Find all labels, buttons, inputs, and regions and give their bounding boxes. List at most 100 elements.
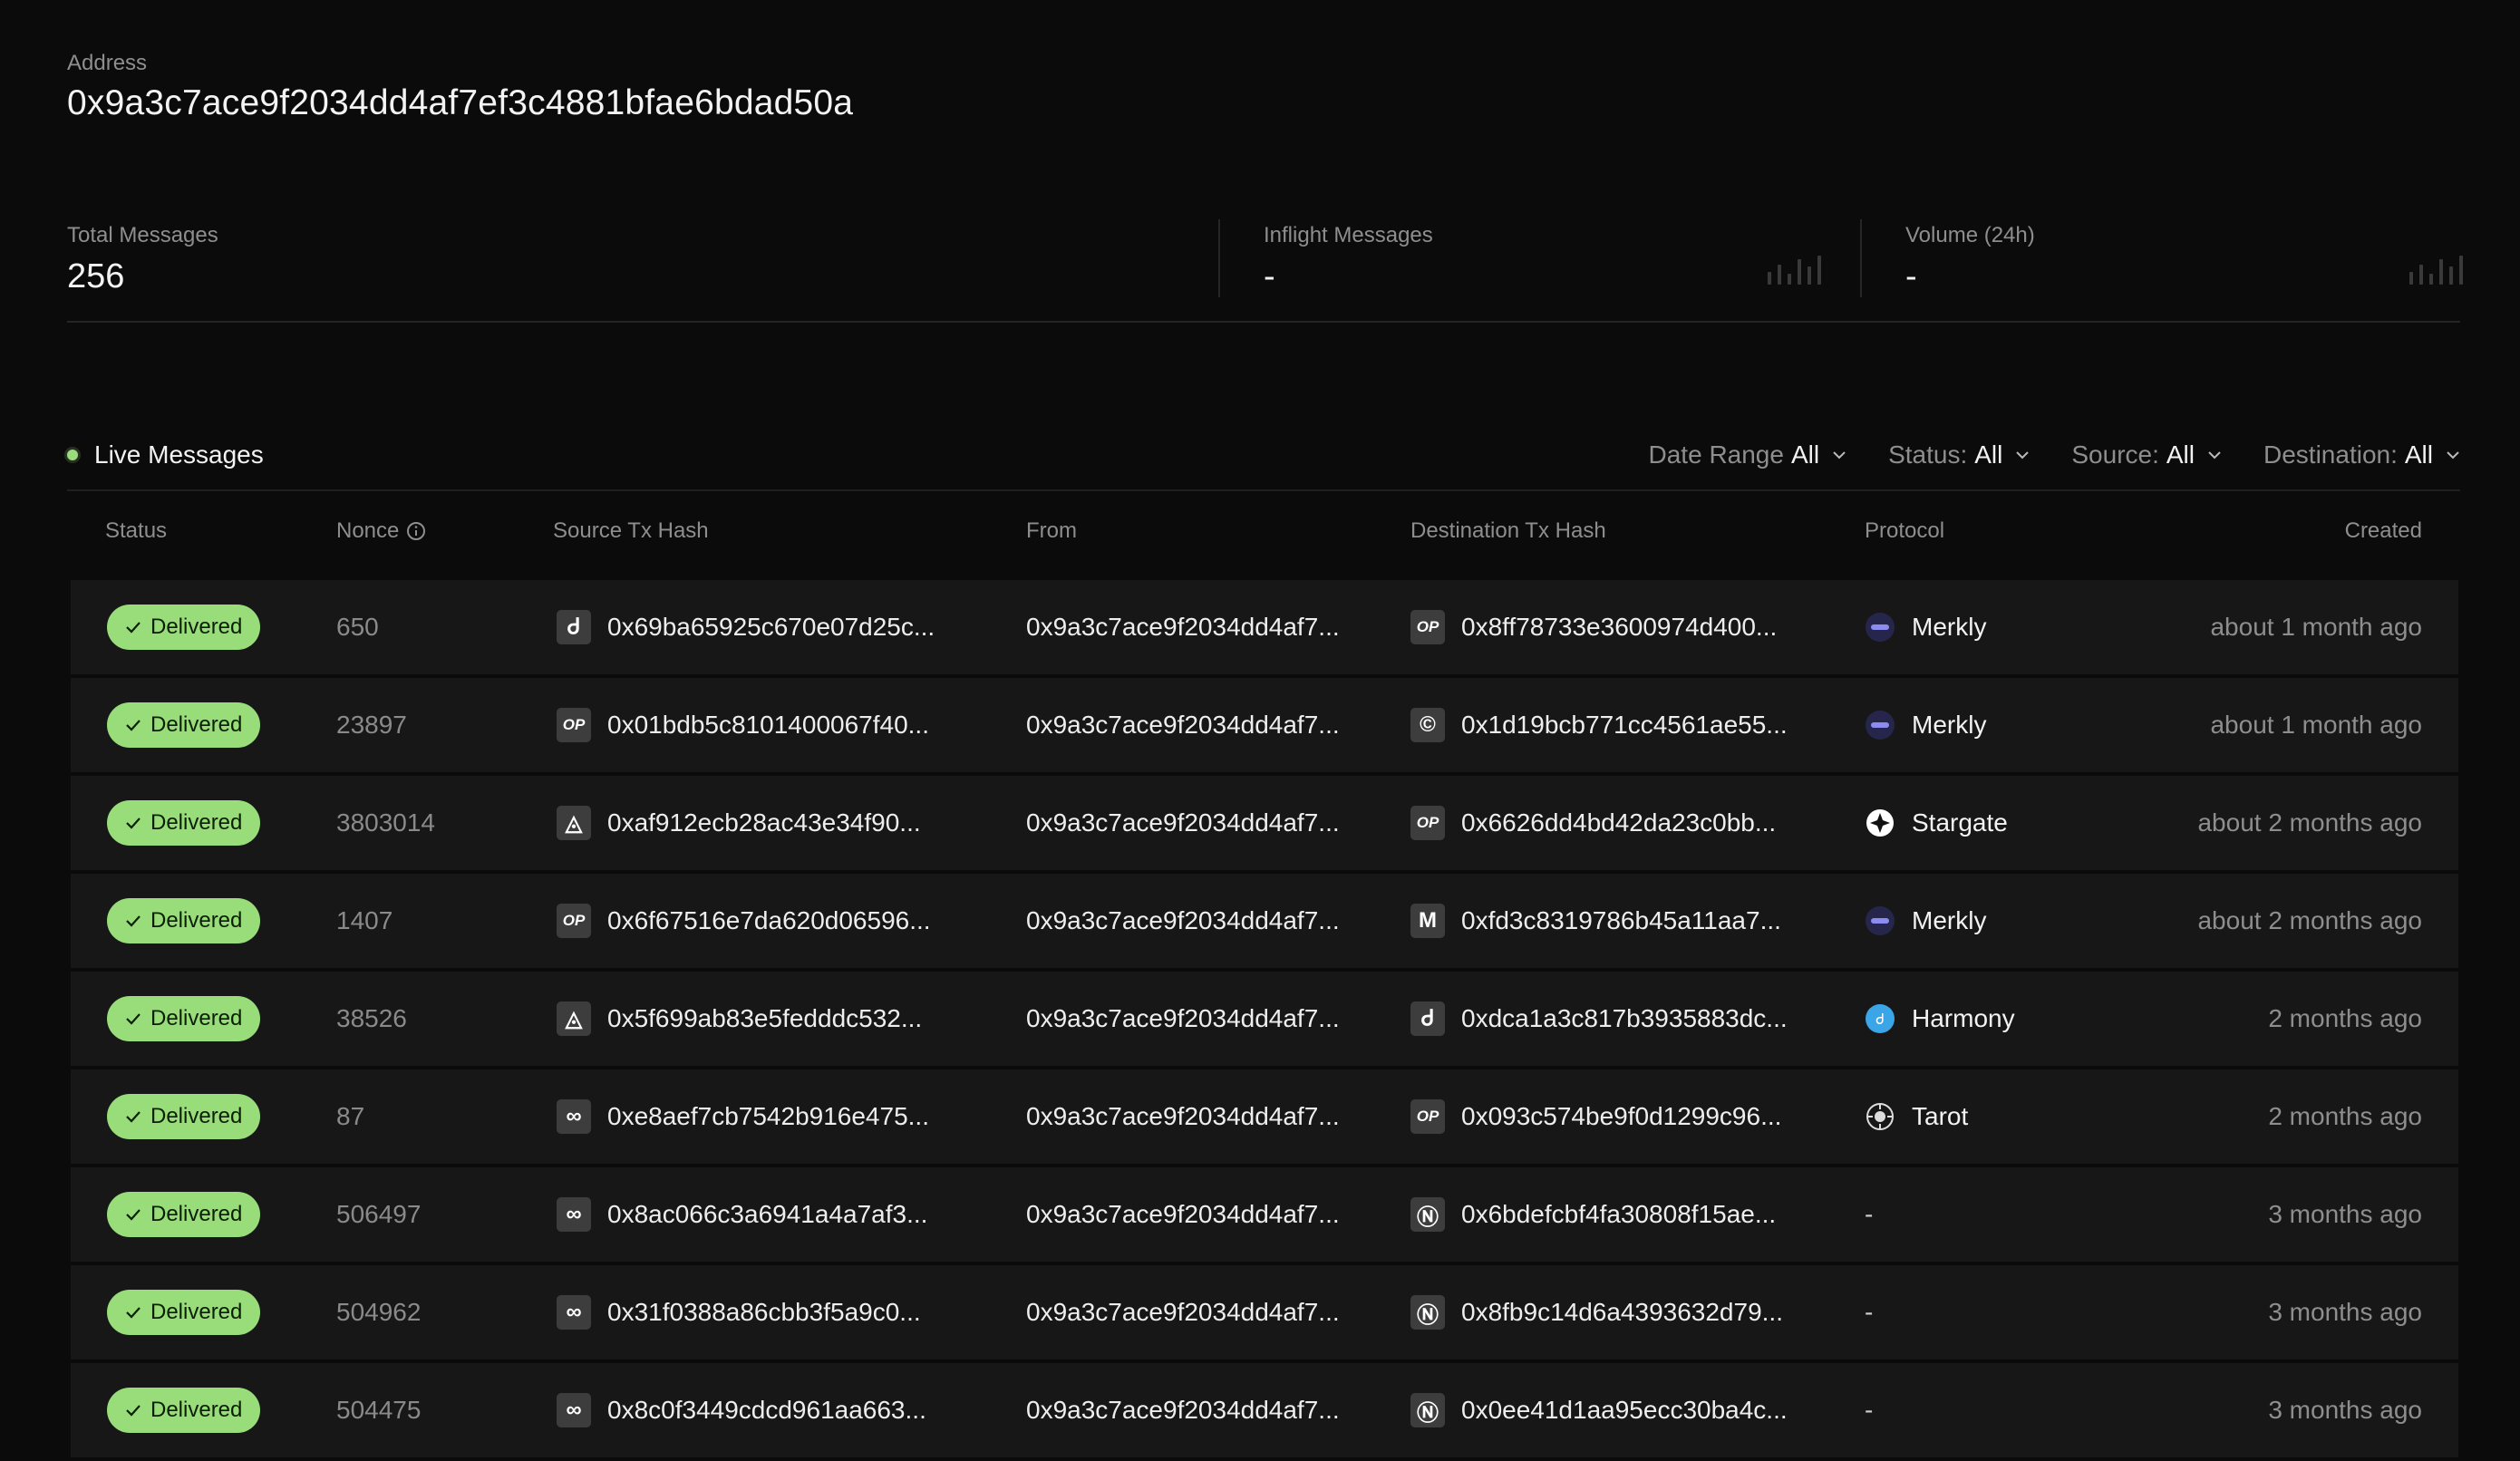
filter-label: Date Range [1648, 440, 1784, 469]
status-badge: Delivered [107, 898, 261, 943]
stat-value: 256 [67, 257, 125, 295]
from-cell[interactable]: 0x9a3c7ace9f2034dd4af7... [1026, 1069, 1340, 1164]
dest-tx-link[interactable]: 0x6bdefcbf4fa30808f15ae... [1461, 1200, 1776, 1229]
optimism-chain-icon: OP [1410, 806, 1445, 840]
from-address-link[interactable]: 0x9a3c7ace9f2034dd4af7... [1026, 1200, 1340, 1229]
from-cell[interactable]: 0x9a3c7ace9f2034dd4af7... [1026, 1363, 1340, 1457]
dest-tx-link[interactable]: 0xdca1a3c817b3935883dc... [1461, 1004, 1788, 1033]
nonce-cell: 506497 [336, 1200, 422, 1228]
source-tx-cell[interactable]: ∞ 0x31f0388a86cbb3f5a9c0... [557, 1265, 921, 1359]
dest-tx-cell[interactable]: Ⓝ 0x6bdefcbf4fa30808f15ae... [1410, 1167, 1776, 1262]
dest-tx-link[interactable]: 0x0ee41d1aa95ecc30ba4c... [1461, 1396, 1788, 1425]
source-tx-link[interactable]: 0x8c0f3449cdcd961aa663... [607, 1396, 926, 1425]
dest-tx-cell[interactable]: Ꮷ 0xdca1a3c817b3935883dc... [1410, 972, 1788, 1066]
dest-tx-link[interactable]: 0xfd3c8319786b45a11aa7... [1461, 906, 1781, 935]
dest-tx-link[interactable]: 0x8fb9c14d6a4393632d79... [1461, 1298, 1783, 1327]
dest-tx-link[interactable]: 0x8ff78733e3600974d400... [1461, 613, 1777, 642]
filter-status[interactable]: Status: All [1888, 440, 2030, 469]
source-tx-link[interactable]: 0xe8aef7cb7542b916e475... [607, 1102, 929, 1131]
live-messages: Live Messages [67, 440, 264, 469]
source-tx-cell[interactable]: ∞ 0x8c0f3449cdcd961aa663... [557, 1363, 926, 1457]
protocol-name: - [1865, 1396, 1874, 1424]
from-cell[interactable]: 0x9a3c7ace9f2034dd4af7... [1026, 776, 1340, 870]
dest-tx-cell[interactable]: OP 0x8ff78733e3600974d400... [1410, 580, 1777, 674]
source-tx-link[interactable]: 0x31f0388a86cbb3f5a9c0... [607, 1298, 921, 1327]
filter-source[interactable]: Source: All [2071, 440, 2222, 469]
status-label: Delivered [150, 810, 243, 835]
chevron-down-icon [2447, 451, 2459, 460]
merkly-icon [1865, 905, 1895, 936]
sparkline-icon [2409, 254, 2463, 285]
filter-date-range[interactable]: Date Range All [1649, 440, 1847, 469]
source-tx-link[interactable]: 0x5f699ab83e5fedddc532... [607, 1004, 922, 1033]
dest-tx-cell[interactable]: M 0xfd3c8319786b45a11aa7... [1410, 874, 1781, 968]
status-cell: Delivered [107, 1363, 261, 1457]
dest-tx-cell[interactable]: Ⓝ 0x8fb9c14d6a4393632d79... [1410, 1265, 1783, 1359]
column-header-source-tx: Source Tx Hash [553, 518, 709, 543]
source-tx-link[interactable]: 0x8ac066c3a6941a4a7af3... [607, 1200, 927, 1229]
from-address-link[interactable]: 0x9a3c7ace9f2034dd4af7... [1026, 906, 1340, 935]
table-row[interactable]: Delivered 506497 ∞ 0x8ac066c3a6941a4a7af3..… [71, 1167, 2458, 1262]
from-address-link[interactable]: 0x9a3c7ace9f2034dd4af7... [1026, 1004, 1340, 1033]
source-tx-cell[interactable]: OP 0x6f67516e7da620d06596... [557, 874, 931, 968]
from-address-link[interactable]: 0x9a3c7ace9f2034dd4af7... [1026, 1102, 1340, 1131]
dest-tx-cell[interactable]: OP 0x6626dd4bd42da23c0bb... [1410, 776, 1776, 870]
info-icon[interactable] [406, 521, 426, 541]
dest-tx-cell[interactable]: OP 0x093c574be9f0d1299c96... [1410, 1069, 1781, 1164]
source-tx-cell[interactable]: ∞ 0x8ac066c3a6941a4a7af3... [557, 1167, 927, 1262]
from-cell[interactable]: 0x9a3c7ace9f2034dd4af7... [1026, 678, 1340, 772]
status-cell: Delivered [107, 1265, 261, 1359]
dest-tx-link[interactable]: 0x1d19bcb771cc4561ae55... [1461, 711, 1788, 740]
source-tx-link[interactable]: 0x69ba65925c670e07d25c... [607, 613, 935, 642]
from-cell[interactable]: 0x9a3c7ace9f2034dd4af7... [1026, 1167, 1340, 1262]
filter-destination[interactable]: Destination: All [2263, 440, 2460, 469]
from-cell[interactable]: 0x9a3c7ace9f2034dd4af7... [1026, 972, 1340, 1066]
from-cell[interactable]: 0x9a3c7ace9f2034dd4af7... [1026, 1265, 1340, 1359]
from-cell[interactable]: 0x9a3c7ace9f2034dd4af7... [1026, 874, 1340, 968]
source-tx-cell[interactable]: ∞ 0xe8aef7cb7542b916e475... [557, 1069, 929, 1164]
filter-label: Status: [1888, 440, 1968, 469]
source-tx-cell[interactable]: OP 0x01bdb5c8101400067f40... [557, 678, 929, 772]
chevron-down-icon [2016, 451, 2030, 460]
source-tx-link[interactable]: 0x01bdb5c8101400067f40... [607, 711, 929, 740]
messages-toolbar: Live Messages Date Range All Status: All… [67, 422, 2460, 491]
stat-divider [1860, 219, 1862, 297]
protocol-cell: Merkly [1865, 678, 1986, 772]
status-cell: Delivered [107, 580, 261, 674]
dest-tx-cell[interactable]: © 0x1d19bcb771cc4561ae55... [1410, 678, 1788, 772]
address-value[interactable]: 0x9a3c7ace9f2034dd4af7ef3c4881bfae6bdad5… [67, 83, 853, 123]
table-row[interactable]: Delivered 504962 ∞ 0x31f0388a86cbb3f5a9c0..… [71, 1265, 2458, 1359]
source-tx-cell[interactable]: ◬ 0xaf912ecb28ac43e34f90... [557, 776, 921, 870]
from-cell[interactable]: 0x9a3c7ace9f2034dd4af7... [1026, 580, 1340, 674]
table-row[interactable]: Delivered 23897 OP 0x01bdb5c8101400067f40..… [71, 678, 2458, 772]
stat-label: Total Messages [67, 223, 218, 247]
dest-tx-link[interactable]: 0x6626dd4bd42da23c0bb... [1461, 808, 1776, 837]
filter-value: All [1974, 440, 2003, 469]
optimism-chain-icon: OP [1410, 1099, 1445, 1134]
table-row[interactable]: Delivered 3803014 ◬ 0xaf912ecb28ac43e34f90.… [71, 776, 2458, 870]
from-address-link[interactable]: 0x9a3c7ace9f2034dd4af7... [1026, 1298, 1340, 1327]
source-tx-cell[interactable]: ◬ 0x5f699ab83e5fedddc532... [557, 972, 922, 1066]
polygon-chain-icon: ∞ [557, 1295, 591, 1330]
stats-bar: Total Messages 256 Inflight Messages - V… [67, 218, 2463, 323]
from-address-link[interactable]: 0x9a3c7ace9f2034dd4af7... [1026, 711, 1340, 740]
from-address-link[interactable]: 0x9a3c7ace9f2034dd4af7... [1026, 808, 1340, 837]
dest-tx-cell[interactable]: Ⓝ 0x0ee41d1aa95ecc30ba4c... [1410, 1363, 1788, 1457]
table-row[interactable]: Delivered 504475 ∞ 0x8c0f3449cdcd961aa663..… [71, 1363, 2458, 1457]
source-tx-cell[interactable]: Ꮷ 0x69ba65925c670e07d25c... [557, 580, 935, 674]
from-address-link[interactable]: 0x9a3c7ace9f2034dd4af7... [1026, 613, 1340, 642]
nonce-cell: 87 [336, 1102, 365, 1130]
table-row[interactable]: Delivered 650 Ꮷ 0x69ba65925c670e07d25c... 0x… [71, 580, 2458, 674]
source-tx-link[interactable]: 0x6f67516e7da620d06596... [607, 906, 931, 935]
source-tx-link[interactable]: 0xaf912ecb28ac43e34f90... [607, 808, 921, 837]
table-row[interactable]: Delivered 38526 ◬ 0x5f699ab83e5fedddc532...… [71, 972, 2458, 1066]
dest-tx-link[interactable]: 0x093c574be9f0d1299c96... [1461, 1102, 1781, 1131]
nonce-cell: 23897 [336, 711, 407, 739]
metis-chain-icon: M [1410, 904, 1445, 938]
table-row[interactable]: Delivered 87 ∞ 0xe8aef7cb7542b916e475... 0x9… [71, 1069, 2458, 1164]
table-row[interactable]: Delivered 1407 OP 0x6f67516e7da620d06596...… [71, 874, 2458, 968]
created-cell: 2 months ago [2268, 1004, 2422, 1032]
harmony-icon: Ꮷ [1865, 1003, 1895, 1034]
from-address-link[interactable]: 0x9a3c7ace9f2034dd4af7... [1026, 1396, 1340, 1425]
status-badge: Delivered [107, 605, 261, 650]
